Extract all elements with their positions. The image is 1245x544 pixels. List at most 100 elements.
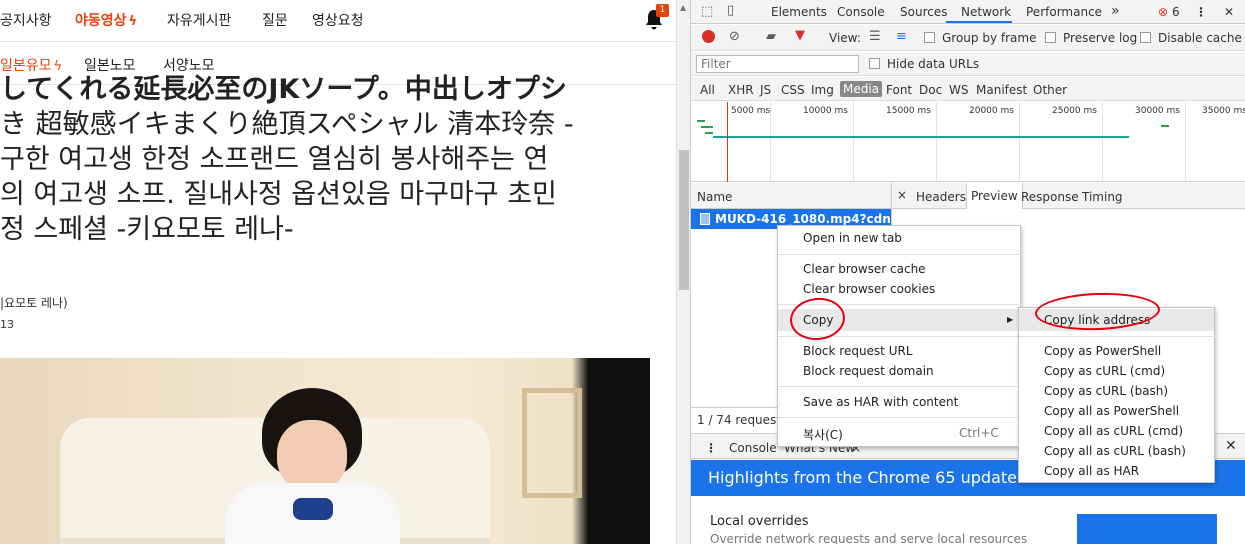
type-filter-media[interactable]: Media <box>840 81 883 97</box>
copy-submenu: Copy link address Copy as PowerShell Cop… <box>1018 307 1216 483</box>
name-column-header[interactable]: Name <box>697 190 732 204</box>
timeline-bar <box>701 126 713 128</box>
menu-item-copy-curl-bash[interactable]: Copy as cURL (bash) <box>1044 384 1168 398</box>
kebab-menu-icon[interactable]: ⋮ <box>1195 5 1207 19</box>
capture-screenshots-icon[interactable]: ▰ <box>766 29 776 44</box>
drawer-menu-icon[interactable]: ⋮ <box>705 441 717 455</box>
type-filter-doc[interactable]: Doc <box>919 83 942 97</box>
title-line: 의 여고생 소프. 질내사정 옵션있음 마구마구 초민 <box>0 179 557 210</box>
type-filter-font[interactable]: Font <box>886 83 912 97</box>
menu-item-copy-all-har[interactable]: Copy all as HAR <box>1044 464 1139 478</box>
large-rows-icon[interactable]: ☰ <box>869 29 881 44</box>
timeline-tick: 5000 ms <box>731 106 771 116</box>
tab-network[interactable]: Network <box>961 5 1011 19</box>
filter-icon[interactable]: ▼ <box>795 28 805 43</box>
type-filter-css[interactable]: CSS <box>781 83 805 97</box>
menu-item-copy-all-powershell[interactable]: Copy all as PowerShell <box>1044 404 1179 418</box>
scroll-up-icon[interactable]: ▲ <box>680 3 686 12</box>
nav-item-request[interactable]: 영상요청 <box>312 10 364 30</box>
submenu-arrow-icon: ▶ <box>1007 315 1014 324</box>
column-divider[interactable] <box>891 183 892 209</box>
menu-item-copy-curl-cmd[interactable]: Copy as cURL (cmd) <box>1044 364 1165 378</box>
timeline-tick: 10000 ms <box>803 106 848 116</box>
requests-header: Name × Headers Preview Response Timing <box>691 183 1245 209</box>
whats-new-content: Local overrides Override network request… <box>691 496 1245 544</box>
timeline-tick: 15000 ms <box>886 106 931 116</box>
close-panel-icon[interactable]: × <box>897 188 907 202</box>
active-tab-indicator <box>946 21 1012 23</box>
device-toolbar-icon[interactable]: ▯ <box>727 3 734 18</box>
request-name: MUKD-416_1080.mp4?cdn_ha... <box>715 212 891 226</box>
inspect-element-icon[interactable]: ⬚ <box>701 4 713 19</box>
tab-timing[interactable]: Timing <box>1082 190 1123 204</box>
timeline-gridline <box>1185 102 1186 182</box>
tab-preview[interactable]: Preview <box>966 183 1023 209</box>
title-line: 정 스페셜 -키요모토 레나- <box>0 214 294 245</box>
tab-sources[interactable]: Sources <box>900 5 947 19</box>
preserve-log-checkbox[interactable] <box>1045 32 1056 43</box>
drawer-tab-console[interactable]: Console <box>729 441 777 455</box>
network-toolbar: ⊘ ▰ ▼ View: ☰ ≡ Group by frame Preserve … <box>691 25 1245 51</box>
timeline-gridline <box>1102 102 1103 182</box>
menu-separator <box>778 417 1022 418</box>
tab-response[interactable]: Response <box>1021 190 1079 204</box>
page-scrollbar[interactable]: ▲ <box>676 0 690 544</box>
network-overview-timeline[interactable]: 5000 ms 10000 ms 15000 ms 20000 ms 25000… <box>691 102 1245 182</box>
type-filter-ws[interactable]: WS <box>949 83 968 97</box>
tab-elements[interactable]: Elements <box>771 5 827 19</box>
nav-item-notice[interactable]: 공지사항 <box>0 10 52 30</box>
hide-data-urls-label: Hide data URLs <box>887 57 980 71</box>
type-filter-img[interactable]: Img <box>811 83 834 97</box>
group-by-frame-checkbox[interactable] <box>924 32 935 43</box>
waterfall-icon[interactable]: ≡ <box>896 29 907 44</box>
disable-cache-checkbox[interactable] <box>1140 32 1151 43</box>
menu-item-open-new-tab[interactable]: Open in new tab <box>803 231 902 245</box>
clear-icon[interactable]: ⊘ <box>729 29 740 44</box>
disable-cache-label: Disable cache <box>1158 31 1242 45</box>
menu-item-clear-cache[interactable]: Clear browser cache <box>803 262 926 276</box>
scrollbar-thumb[interactable] <box>679 150 689 290</box>
close-drawer-icon[interactable]: ✕ <box>1225 438 1237 454</box>
type-filter-js[interactable]: JS <box>760 83 771 97</box>
preserve-log-label: Preserve log <box>1063 31 1138 45</box>
menu-item-copy-native[interactable]: 복사(C) <box>803 426 843 443</box>
tab-headers[interactable]: Headers <box>916 190 966 204</box>
photo-person-face <box>277 420 347 492</box>
title-line: 구한 여고생 한정 소프랜드 열심히 봉사해주는 연 <box>0 144 549 175</box>
menu-item-clear-cookies[interactable]: Clear browser cookies <box>803 282 935 296</box>
nav-item-videos[interactable]: 야동영상 ϟ <box>75 10 137 30</box>
type-filter-other[interactable]: Other <box>1033 83 1067 97</box>
menu-item-copy-all-curl-bash[interactable]: Copy all as cURL (bash) <box>1044 444 1186 458</box>
view-label: View: <box>829 31 861 45</box>
tab-console[interactable]: Console <box>837 5 885 19</box>
photo-person-tie <box>293 498 333 520</box>
menu-separator <box>1019 336 1216 337</box>
hide-data-urls-checkbox[interactable] <box>869 58 880 69</box>
type-filter-all[interactable]: All <box>700 83 715 97</box>
record-icon[interactable] <box>702 30 715 43</box>
photo-shelf <box>522 388 582 498</box>
timeline-tick: 35000 ms <box>1202 106 1245 116</box>
feature-illustration <box>1077 514 1217 544</box>
video-thumbnail[interactable] <box>0 358 650 544</box>
nav-item-question[interactable]: 질문 <box>262 10 288 30</box>
close-devtools-icon[interactable]: ✕ <box>1224 5 1234 19</box>
menu-item-block-url[interactable]: Block request URL <box>803 344 913 358</box>
lightning-icon: ϟ <box>128 14 138 29</box>
timeline-bar <box>1161 125 1169 127</box>
error-icon[interactable]: ⊗ <box>1158 5 1168 19</box>
menu-item-copy-all-curl-cmd[interactable]: Copy all as cURL (cmd) <box>1044 424 1183 438</box>
type-filter-xhr[interactable]: XHR <box>728 83 754 97</box>
filter-input[interactable] <box>696 55 859 73</box>
more-tabs-icon[interactable]: » <box>1111 3 1120 19</box>
menu-item-copy-powershell[interactable]: Copy as PowerShell <box>1044 344 1161 358</box>
resource-type-filters: All XHR JS CSS Img Media Font Doc WS Man… <box>691 77 1245 101</box>
menu-item-save-har[interactable]: Save as HAR with content <box>803 395 958 409</box>
menu-item-block-domain[interactable]: Block request domain <box>803 364 934 378</box>
post-date: 13 <box>0 318 14 331</box>
type-filter-manifest[interactable]: Manifest <box>976 83 1027 97</box>
notification-badge: 1 <box>656 4 669 17</box>
timeline-tick: 25000 ms <box>1052 106 1097 116</box>
tab-performance[interactable]: Performance <box>1026 5 1102 19</box>
nav-item-board[interactable]: 자유게시판 <box>167 10 231 30</box>
